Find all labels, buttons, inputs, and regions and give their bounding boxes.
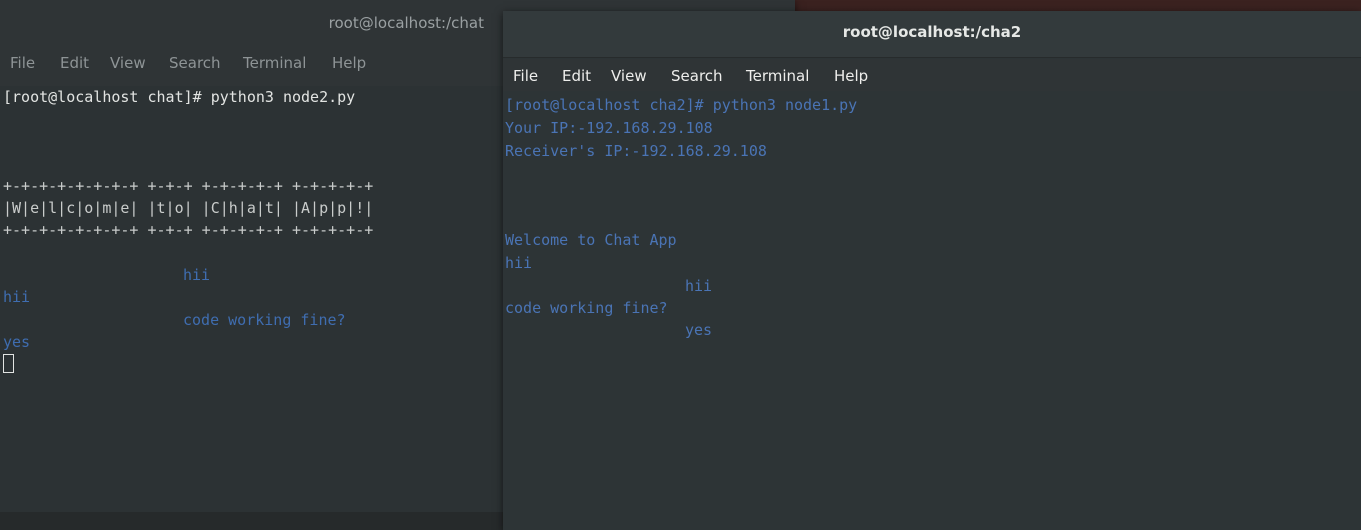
- banner-border-top: +-+-+-+-+-+-+-+ +-+-+ +-+-+-+-+ +-+-+-+-…: [3, 177, 374, 195]
- menu-view[interactable]: View: [110, 54, 146, 72]
- menu-view[interactable]: View: [611, 67, 647, 85]
- received-message: hii: [685, 277, 713, 295]
- received-message: code working fine?: [183, 311, 346, 329]
- received-message: yes: [685, 321, 713, 339]
- window-bottom-edge: [0, 512, 503, 530]
- welcome-line: Welcome to Chat App: [505, 231, 677, 249]
- receiver-ip-line: Receiver's IP:-192.168.29.108: [505, 142, 767, 160]
- terminal-window-cha2[interactable]: root@localhost:/cha2 File Edit View Sear…: [503, 11, 1361, 530]
- window-title: root@localhost:/chat: [328, 14, 484, 32]
- title-bar[interactable]: root@localhost:/cha2: [503, 11, 1361, 58]
- ip-line: Your IP:-192.168.29.108: [505, 119, 713, 137]
- terminal-output[interactable]: [root@localhost cha2]# python3 node1.py …: [503, 91, 1361, 530]
- sent-message: yes: [3, 333, 31, 351]
- window-title: root@localhost:/cha2: [842, 23, 1022, 41]
- sent-message: hii: [505, 254, 533, 272]
- banner-text: |W|e|l|c|o|m|e| |t|o| |C|h|a|t| |A|p|p|!…: [3, 199, 374, 217]
- menu-terminal[interactable]: Terminal: [746, 67, 809, 85]
- menu-help[interactable]: Help: [332, 54, 366, 72]
- desktop: root@localhost:/chat File Edit View Sear…: [0, 0, 1361, 530]
- menu-file[interactable]: File: [10, 54, 35, 72]
- menu-search[interactable]: Search: [169, 54, 221, 72]
- sent-message: code working fine?: [505, 299, 668, 317]
- menu-edit[interactable]: Edit: [60, 54, 89, 72]
- menu-terminal[interactable]: Terminal: [243, 54, 306, 72]
- text-cursor: [3, 354, 14, 373]
- menu-file[interactable]: File: [513, 67, 538, 85]
- menu-help[interactable]: Help: [834, 67, 868, 85]
- sent-message: hii: [3, 288, 31, 306]
- command-line: [root@localhost cha2]# python3 node1.py: [505, 96, 858, 114]
- menu-bar: File Edit View Search Terminal Help: [503, 59, 1361, 91]
- menu-edit[interactable]: Edit: [562, 67, 591, 85]
- received-message: hii: [183, 266, 211, 284]
- banner-border-bottom: +-+-+-+-+-+-+-+ +-+-+ +-+-+-+-+ +-+-+-+-…: [3, 221, 374, 239]
- menu-search[interactable]: Search: [671, 67, 723, 85]
- command-line: [root@localhost chat]# python3 node2.py: [3, 88, 356, 106]
